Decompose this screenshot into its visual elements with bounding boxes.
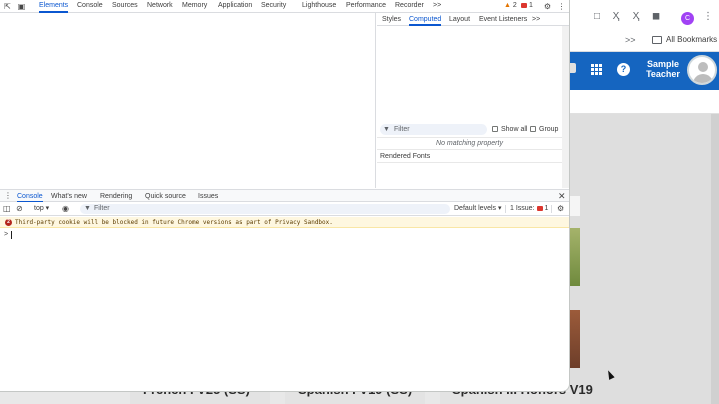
course-image-1[interactable]: [570, 228, 580, 286]
context-value: top: [34, 205, 44, 212]
tab-lighthouse[interactable]: Lighthouse: [302, 1, 336, 13]
user-avatar[interactable]: [687, 55, 717, 85]
styles-sidebar: Styles Computed Layout Event Listeners >…: [377, 13, 569, 188]
folder-icon: [652, 36, 662, 44]
sidebar-toggle-icon[interactable]: ◫: [3, 204, 11, 213]
page-content-area: [570, 114, 719, 404]
warning-icon: ▲: [504, 2, 511, 9]
computed-filter-row: Filter ▼ Show all Group: [377, 124, 562, 136]
drawer-tabbar: ⋮ Console What's new Rendering Quick sou…: [0, 189, 569, 203]
issue-icon: [536, 205, 543, 211]
clear-console-icon[interactable]: ⊘: [16, 204, 23, 213]
elements-dom-tree[interactable]: [0, 13, 376, 188]
tab-application[interactable]: Application: [218, 1, 252, 13]
divider: [377, 149, 562, 150]
device-toolbar-icon[interactable]: ▣: [17, 2, 26, 11]
tab-layout[interactable]: Layout: [449, 15, 470, 26]
toolbar-separator: [551, 205, 552, 213]
profile-avatar[interactable]: C: [681, 12, 694, 25]
all-bookmarks-link[interactable]: All Bookmarks: [666, 35, 717, 44]
tab-security[interactable]: Security: [261, 1, 286, 13]
log-levels-dropdown[interactable]: Default levels ▾: [454, 204, 502, 213]
console-prompt-chevron-icon: >: [4, 231, 9, 238]
toolbar-separator: [505, 205, 506, 213]
drawer-menu-icon[interactable]: ⋮: [4, 191, 12, 201]
show-all-checkbox[interactable]: [492, 126, 498, 132]
console-settings-gear-icon[interactable]: ⚙: [557, 204, 564, 213]
warnings-badge[interactable]: ▲ 2: [504, 2, 517, 9]
styles-tabbar: Styles Computed Layout Event Listeners >…: [377, 13, 569, 26]
errors-badge[interactable]: 1: [521, 2, 533, 9]
tab-elements[interactable]: Elements: [39, 1, 69, 13]
computed-filter-input[interactable]: Filter: [380, 124, 487, 135]
live-expression-eye-icon[interactable]: ◉: [62, 204, 69, 213]
console-input-caret[interactable]: [11, 231, 12, 239]
console-warning-message[interactable]: 2 Third-party cookie will be blocked in …: [0, 217, 569, 228]
issues-counter[interactable]: 1 Issue: 1: [510, 204, 548, 213]
close-drawer-icon[interactable]: ✕: [558, 191, 566, 201]
tab-memory[interactable]: Memory: [182, 1, 207, 13]
avatar-head: [698, 62, 708, 72]
devtools-panel: ⇱ ▣ Elements Console Sources Network Mem…: [0, 0, 570, 392]
rendered-fonts-heading: Rendered Fonts: [380, 153, 431, 160]
browser-menu-icon[interactable]: ⋮: [703, 12, 713, 22]
user-name-line1: Sample: [646, 59, 679, 69]
card-edge: [570, 196, 580, 216]
divider: [377, 162, 562, 163]
message-repeat-count: 2: [5, 219, 12, 226]
tab-search-icon[interactable]: □: [592, 12, 602, 22]
bookmarks-overflow-chevron[interactable]: >>: [625, 35, 636, 45]
user-name-line2: Teacher: [646, 69, 680, 79]
no-matching-property-text: No matching property: [436, 140, 503, 147]
console-toolbar: ◫ ⊘ top ▾ ◉ Filter ▼ Default levels ▾ 1 …: [0, 202, 569, 216]
tab-console[interactable]: Console: [77, 1, 103, 13]
filter-icon: ▼: [84, 205, 91, 212]
tab-event-listeners[interactable]: Event Listeners: [479, 15, 527, 26]
more-tabs-chevron[interactable]: >>: [433, 1, 441, 13]
help-icon[interactable]: ?: [617, 63, 630, 76]
page-subheader: [570, 90, 719, 114]
extensions-puzzle-icon[interactable]: ◼: [651, 12, 661, 22]
console-message-text: Third-party cookie will be blocked in fu…: [15, 219, 333, 226]
show-all-label: Show all: [501, 126, 528, 133]
extension-icon-2[interactable]: Ҳ: [631, 12, 641, 22]
levels-label: Default levels: [454, 205, 497, 212]
console-filter-input[interactable]: Filter: [80, 204, 450, 214]
extension-icon-1[interactable]: Ҳ: [611, 12, 621, 22]
filter-icon: ▼: [383, 126, 390, 133]
inspect-element-icon[interactable]: ⇱: [3, 2, 12, 11]
issues-count: 1: [544, 205, 549, 212]
devtools-main-tabbar: ⇱ ▣ Elements Console Sources Network Mem…: [0, 0, 569, 13]
user-name[interactable]: Sample Teacher: [642, 59, 684, 79]
tab-computed[interactable]: Computed: [409, 15, 442, 26]
settings-gear-icon[interactable]: ⚙: [543, 2, 552, 11]
tab-sources[interactable]: Sources: [112, 1, 138, 13]
tab-recorder[interactable]: Recorder: [395, 1, 424, 13]
group-label: Group: [539, 126, 559, 133]
course-image-2[interactable]: [570, 310, 580, 368]
warning-count: 2: [512, 2, 517, 9]
issue-icon: [521, 2, 527, 8]
issues-label: 1 Issue:: [510, 205, 535, 212]
tab-network[interactable]: Network: [147, 1, 173, 13]
styles-scrollbar[interactable]: [562, 26, 569, 188]
group-checkbox[interactable]: [530, 126, 536, 132]
tab-styles[interactable]: Styles: [382, 15, 401, 26]
styles-more-chevron[interactable]: >>: [532, 15, 540, 26]
divider: [377, 137, 562, 138]
execution-context-select[interactable]: top ▾: [34, 204, 49, 213]
page-scrollbar[interactable]: [711, 114, 719, 404]
tab-performance[interactable]: Performance: [346, 1, 386, 13]
error-count: 1: [528, 2, 533, 9]
apps-grid-icon[interactable]: [591, 64, 602, 75]
devtools-menu-icon[interactable]: ⋮: [557, 2, 566, 11]
